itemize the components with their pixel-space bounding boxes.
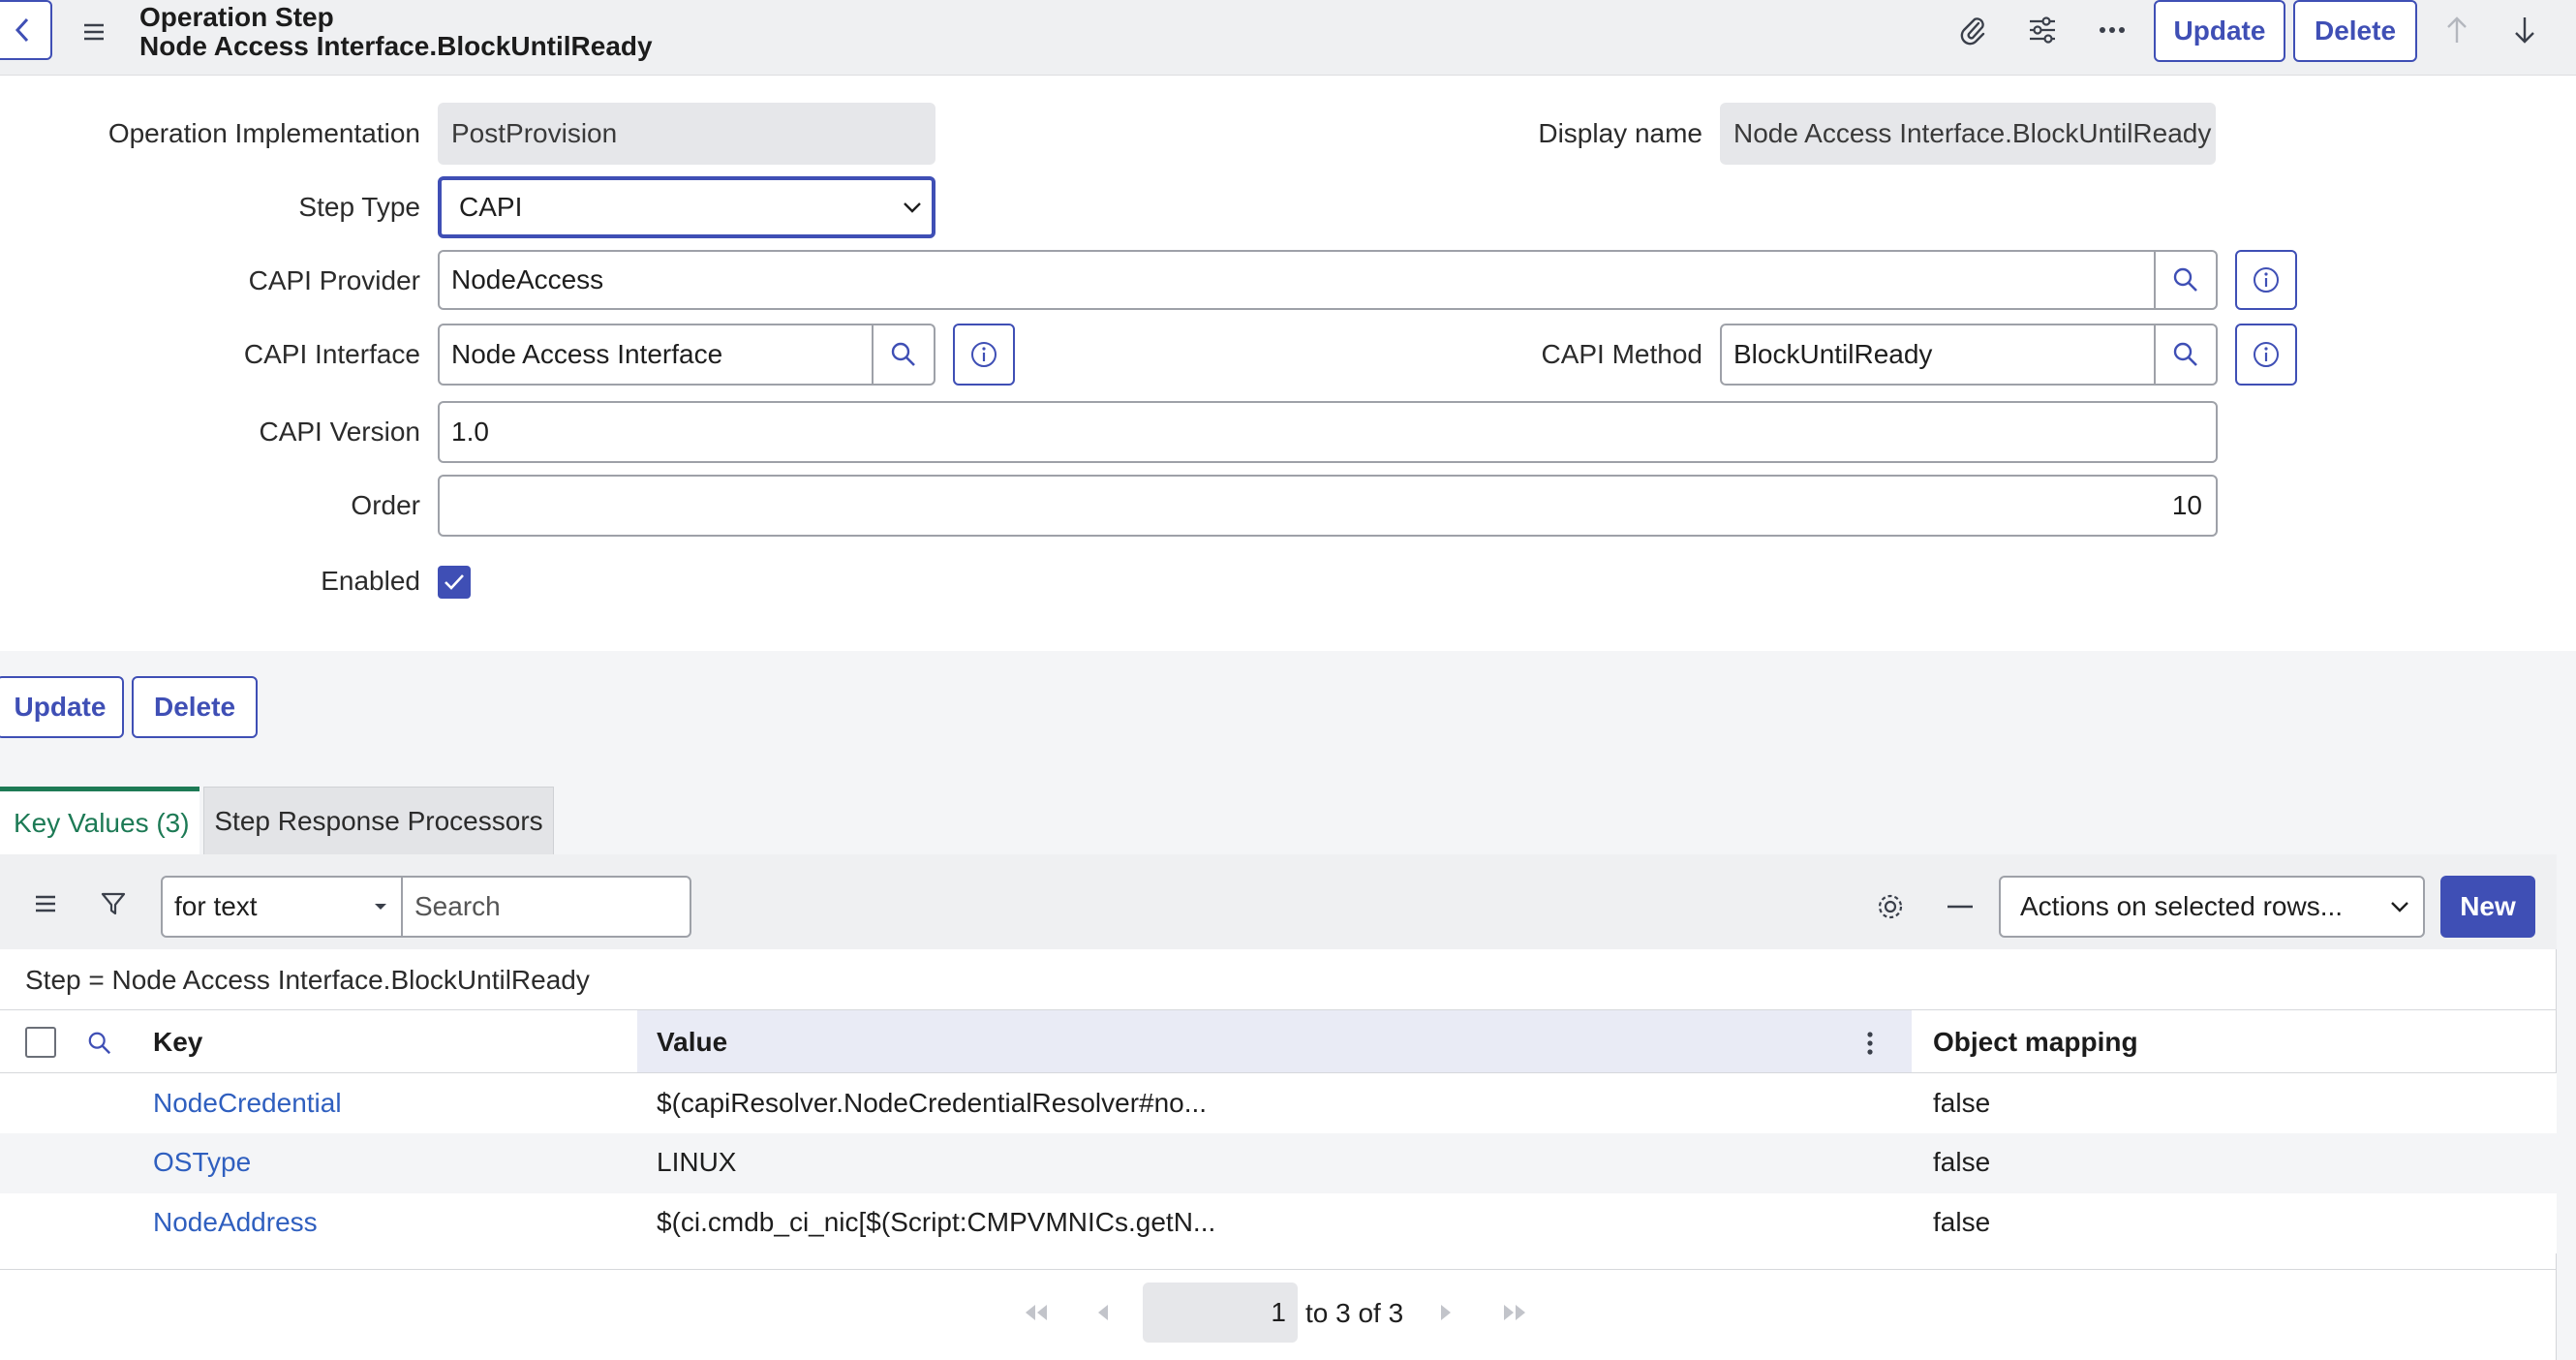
filter-icon[interactable] <box>97 887 130 920</box>
form-update-button[interactable]: Update <box>0 676 124 738</box>
column-header-object-mapping[interactable]: Object mapping <box>1933 1027 2138 1058</box>
page-number-input[interactable]: 1 <box>1143 1283 1298 1343</box>
operation-implementation-field: PostProvision <box>438 103 935 165</box>
step-type-label: Step Type <box>298 192 420 222</box>
new-record-button[interactable]: New <box>2440 876 2535 938</box>
header-update-button[interactable]: Update <box>2154 0 2285 62</box>
arrow-down-icon[interactable] <box>2502 8 2547 52</box>
search-icon <box>2172 266 2199 294</box>
info-icon <box>2252 340 2281 369</box>
tab-key-values[interactable]: Key Values (3) <box>0 787 199 854</box>
list-search-input[interactable]: Search <box>401 876 691 938</box>
row-value: $(capiResolver.NodeCredentialResolver#no… <box>657 1088 1208 1118</box>
header-delete-button[interactable]: Delete <box>2293 0 2417 62</box>
capi-provider-info-button[interactable] <box>2235 250 2297 310</box>
order-input[interactable]: 10 <box>438 475 2218 537</box>
last-page-icon[interactable] <box>1499 1298 1532 1327</box>
operation-implementation-label: Operation Implementation <box>107 118 420 148</box>
hamburger-icon[interactable] <box>77 19 110 45</box>
search-type-value: for text <box>174 891 258 921</box>
table-bottom-divider <box>0 1269 2557 1270</box>
table-row <box>0 1133 2557 1193</box>
display-name-field: Node Access Interface.BlockUntilReady <box>1720 103 2216 165</box>
tab-step-response-processors[interactable]: Step Response Processors <box>203 787 554 854</box>
row-value: $(ci.cmdb_ci_nic[$(Script:CMPVMNICs.getN… <box>657 1207 1216 1237</box>
checkmark-icon <box>443 572 466 592</box>
row-key-link[interactable]: OSType <box>153 1147 251 1178</box>
capi-interface-label: CAPI Interface <box>243 339 420 369</box>
chevron-left-icon <box>13 15 34 45</box>
capi-method-lookup-button[interactable] <box>2156 324 2218 386</box>
list-breadcrumb[interactable]: Step = Node Access Interface.BlockUntilR… <box>25 965 590 996</box>
table-row <box>0 1073 2557 1133</box>
column-search-icon[interactable] <box>83 1027 116 1060</box>
form-delete-button[interactable]: Delete <box>132 676 258 738</box>
display-name-label: Display name <box>1538 118 1702 148</box>
table-row <box>0 1193 2557 1253</box>
step-type-select[interactable]: CAPI <box>438 176 935 238</box>
info-icon <box>2252 265 2281 294</box>
row-object-mapping: false <box>1933 1088 1991 1118</box>
capi-method-input[interactable]: BlockUntilReady <box>1720 324 2156 386</box>
pagination-range: to 3 of 3 <box>1305 1298 1404 1328</box>
chevron-down-icon <box>2390 901 2409 912</box>
capi-version-input[interactable]: 1.0 <box>438 401 2218 463</box>
first-page-icon[interactable] <box>1019 1298 1052 1327</box>
previous-page-icon[interactable] <box>1090 1298 1116 1327</box>
capi-interface-input[interactable]: Node Access Interface <box>438 324 874 386</box>
collapse-icon[interactable] <box>1941 887 1979 926</box>
column-header-value[interactable]: Value <box>657 1027 727 1058</box>
capi-version-label: CAPI Version <box>259 417 420 447</box>
row-value: LINUX <box>657 1147 737 1177</box>
search-icon <box>890 341 917 368</box>
column-header-key[interactable]: Key <box>153 1027 202 1058</box>
list-actions-value: Actions on selected rows... <box>2020 891 2344 921</box>
sliders-icon[interactable] <box>2020 8 2065 52</box>
more-icon[interactable] <box>2090 8 2134 52</box>
back-button[interactable] <box>0 0 52 60</box>
enabled-checkbox[interactable] <box>438 566 471 599</box>
row-object-mapping: false <box>1933 1147 1991 1177</box>
record-type-title: Operation Step <box>139 2 334 32</box>
list-actions-select[interactable]: Actions on selected rows... <box>1999 876 2425 938</box>
capi-method-info-button[interactable] <box>2235 324 2297 386</box>
column-options-icon[interactable] <box>1855 1027 1885 1060</box>
order-label: Order <box>351 490 420 520</box>
step-type-value: CAPI <box>459 192 523 222</box>
capi-provider-label: CAPI Provider <box>248 265 420 295</box>
value-column-header-bg <box>637 1010 1912 1072</box>
chevron-down-icon <box>903 201 922 213</box>
row-key-link[interactable]: NodeCredential <box>153 1088 342 1119</box>
search-type-select[interactable]: for text <box>161 876 403 938</box>
capi-method-label: CAPI Method <box>1541 339 1702 369</box>
row-key-link[interactable]: NodeAddress <box>153 1207 318 1238</box>
record-name-title: Node Access Interface.BlockUntilReady <box>139 31 653 61</box>
info-icon <box>969 340 998 369</box>
paperclip-icon[interactable] <box>1950 8 1995 52</box>
select-all-checkbox[interactable] <box>25 1027 56 1058</box>
capi-provider-lookup-button[interactable] <box>2156 250 2218 310</box>
next-page-icon[interactable] <box>1433 1298 1458 1327</box>
capi-provider-input[interactable]: NodeAccess <box>438 250 2156 310</box>
search-icon <box>2172 341 2199 368</box>
capi-interface-info-button[interactable] <box>953 324 1015 386</box>
caret-down-icon <box>374 903 387 911</box>
capi-interface-lookup-button[interactable] <box>874 324 935 386</box>
row-object-mapping: false <box>1933 1207 1991 1237</box>
gear-icon[interactable] <box>1871 887 1910 926</box>
list-menu-icon[interactable] <box>29 891 62 916</box>
enabled-label: Enabled <box>321 566 420 596</box>
arrow-up-icon[interactable] <box>2435 8 2479 52</box>
